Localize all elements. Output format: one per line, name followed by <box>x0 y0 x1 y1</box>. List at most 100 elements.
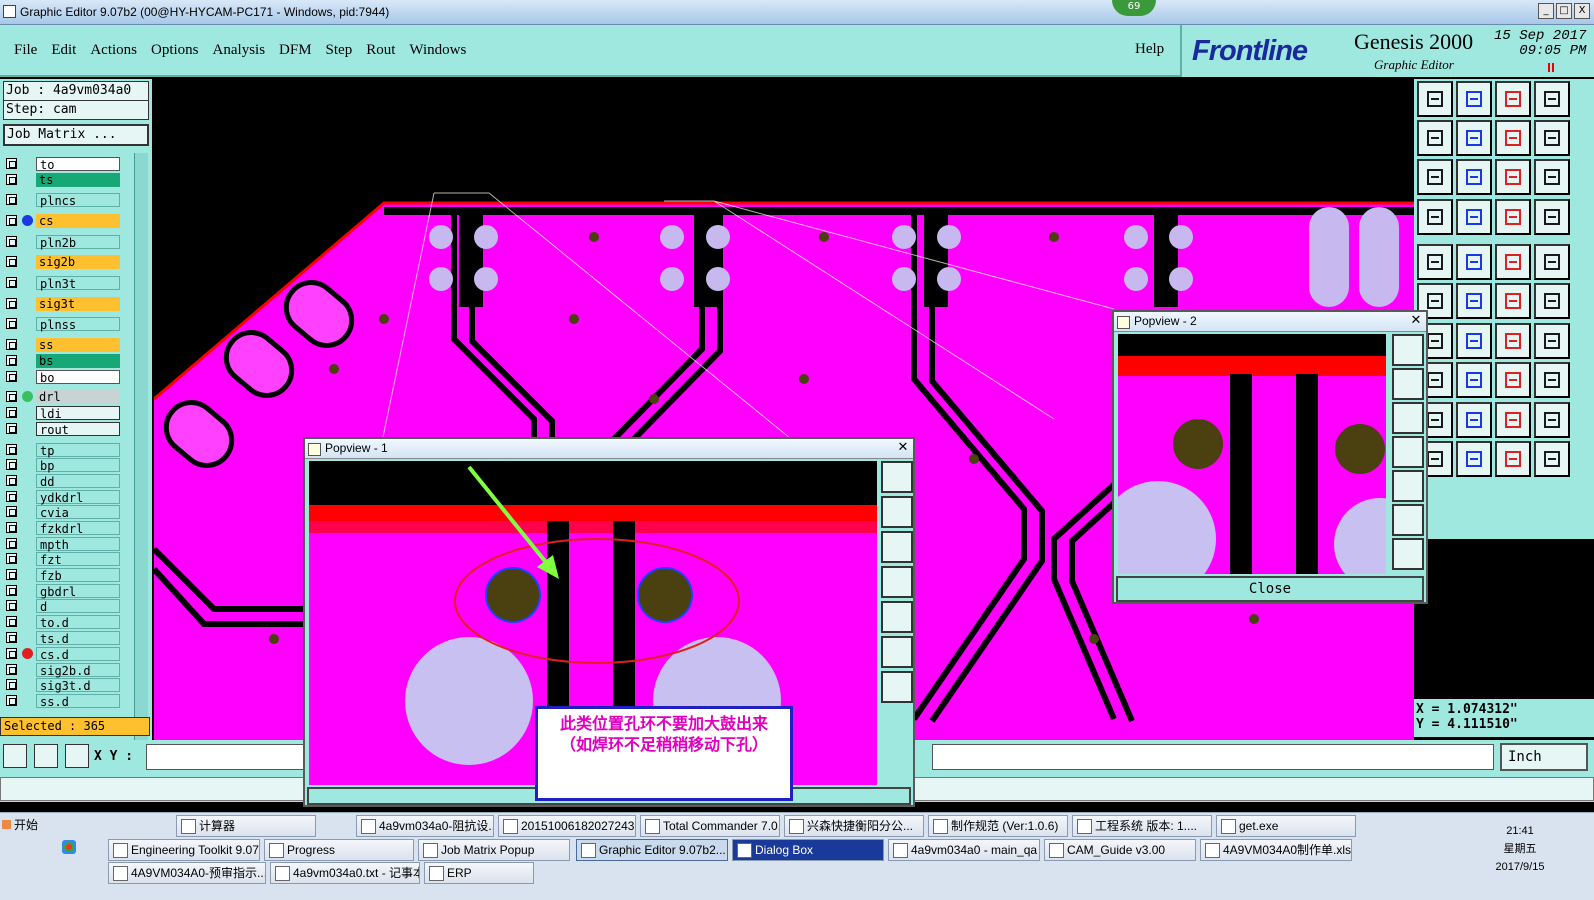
taskbar-item[interactable]: 4A9VM034A0制作单.xls... <box>1200 839 1352 861</box>
layer-name[interactable]: fzt <box>36 552 120 567</box>
layer-checkbox[interactable] <box>6 407 17 418</box>
minimize-button[interactable]: _ <box>1538 3 1554 19</box>
layer-name[interactable]: plncs <box>36 193 120 208</box>
menu-file[interactable]: File <box>14 42 37 59</box>
mirror-icon[interactable] <box>1495 120 1531 156</box>
layer-row[interactable]: plnss <box>3 317 121 332</box>
layer-row[interactable]: tp <box>3 443 121 458</box>
layer-name[interactable]: bp <box>36 458 120 473</box>
inspect-icon[interactable] <box>1417 199 1453 235</box>
layer-row[interactable]: dd <box>3 474 121 489</box>
layer-name[interactable]: fzb <box>36 568 120 583</box>
flip-icon[interactable] <box>1534 120 1570 156</box>
layer-row[interactable]: ss.d <box>3 694 121 709</box>
layer-row[interactable]: sig2b <box>3 255 121 269</box>
popview-1-fit-icon[interactable] <box>881 671 913 703</box>
layer-name[interactable]: rout <box>36 422 120 437</box>
layer-checkbox[interactable] <box>6 236 17 247</box>
help-icon[interactable] <box>1534 159 1570 195</box>
popview-1-close-icon[interactable]: ✕ <box>896 441 910 455</box>
layer-name[interactable]: sig3t.d <box>36 678 120 693</box>
grid-icon[interactable] <box>65 744 89 768</box>
layer-checkbox[interactable] <box>6 423 17 434</box>
layer-checkbox[interactable] <box>6 194 17 205</box>
taskbar-item[interactable]: Graphic Editor 9.07b2... <box>576 839 728 861</box>
import-icon[interactable] <box>1417 120 1453 156</box>
layer-checkbox[interactable] <box>6 585 17 596</box>
snap-icon[interactable] <box>3 744 27 768</box>
layer-name[interactable]: ss.d <box>36 694 120 709</box>
layer-name[interactable]: to <box>36 157 120 172</box>
layer-checkbox[interactable] <box>6 444 17 455</box>
popview-2-fit-icon[interactable] <box>1392 538 1424 570</box>
layer-checkbox[interactable] <box>6 215 17 226</box>
taskbar-item[interactable]: Job Matrix Popup <box>418 839 570 861</box>
command-input[interactable] <box>932 744 1494 770</box>
layer-checkbox[interactable] <box>6 632 17 643</box>
layer-name[interactable]: to.d <box>36 615 120 630</box>
popview-2-close-icon[interactable]: ✕ <box>1409 314 1423 328</box>
layer-row[interactable]: rout <box>3 422 121 437</box>
popview-2-close-button[interactable]: Close <box>1116 576 1424 602</box>
layer-name[interactable]: pln3t <box>36 276 120 291</box>
layer-checkbox[interactable] <box>6 475 17 486</box>
popview-2-pan-down-icon[interactable] <box>1392 402 1424 434</box>
layer-checkbox[interactable] <box>6 664 17 675</box>
layer-checkbox[interactable] <box>6 506 17 517</box>
popview-2-pan-up-icon[interactable] <box>1392 368 1424 400</box>
save-icon[interactable] <box>1456 81 1492 117</box>
layer-name[interactable]: drl <box>36 390 120 404</box>
layer-row[interactable]: fzkdrl <box>3 521 121 536</box>
taskbar-item[interactable]: CAM_Guide v3.00 <box>1044 839 1196 861</box>
layer-name[interactable]: ldi <box>36 406 120 421</box>
layer-name[interactable]: gbdrl <box>36 584 120 599</box>
start-button[interactable]: 开始 <box>0 815 42 837</box>
layer-name[interactable]: bs <box>36 354 120 368</box>
layer-checkbox[interactable] <box>6 538 17 549</box>
popview-2-pan-right-icon[interactable] <box>1392 470 1424 502</box>
point-icon[interactable] <box>1417 244 1453 280</box>
layer-row[interactable]: ldi <box>3 406 121 421</box>
layer-row[interactable]: to.d <box>3 615 121 630</box>
layer-row[interactable]: ss <box>3 338 121 352</box>
layer-name[interactable]: mpth <box>36 537 120 552</box>
layer-name[interactable]: bo <box>36 370 120 385</box>
layer-checkbox[interactable] <box>6 318 17 329</box>
layer-row[interactable]: cs.d <box>3 647 121 662</box>
net-icon[interactable] <box>1495 199 1531 235</box>
layer-name[interactable]: ss <box>36 338 120 352</box>
taskbar-item[interactable]: 工程系统 版本: 1.... <box>1072 815 1212 837</box>
layer-checkbox[interactable] <box>6 339 17 350</box>
menu-edit[interactable]: Edit <box>51 42 76 59</box>
menu-windows[interactable]: Windows <box>409 42 466 59</box>
layer-name[interactable]: cvia <box>36 505 120 520</box>
taskbar-item[interactable]: 4a9vm034a0-阻抗设... <box>356 815 494 837</box>
break-icon[interactable] <box>1456 362 1492 398</box>
route-icon[interactable] <box>1534 199 1570 235</box>
fit-icon[interactable] <box>1417 159 1453 195</box>
layer-row[interactable]: to <box>3 157 121 172</box>
taskbar-item[interactable]: Dialog Box <box>732 839 884 861</box>
taskbar-item[interactable]: 制作规范 (Ver:1.0.6) <box>928 815 1068 837</box>
layer-checkbox[interactable] <box>6 553 17 564</box>
zoom-window-icon[interactable] <box>1534 81 1570 117</box>
scale-icon[interactable] <box>1495 159 1531 195</box>
export-icon[interactable] <box>1456 120 1492 156</box>
layer-checkbox[interactable] <box>6 459 17 470</box>
layer-row[interactable]: ts.d <box>3 631 121 646</box>
layer-checkbox[interactable] <box>6 256 17 267</box>
layer-row[interactable]: pln2b <box>3 235 121 250</box>
popview-2-zoom-out-icon[interactable] <box>1392 504 1424 536</box>
shape-d-icon[interactable] <box>1534 402 1570 438</box>
popview-1-pan-right-icon[interactable] <box>881 601 913 633</box>
layer-checkbox[interactable] <box>6 600 17 611</box>
select-net-icon[interactable] <box>1495 441 1531 477</box>
job-matrix-button[interactable]: Job Matrix ... <box>3 124 149 146</box>
layer-row[interactable]: pln3t <box>3 276 121 291</box>
layer-row[interactable]: bo <box>3 370 121 385</box>
open-icon[interactable] <box>1417 81 1453 117</box>
quick-launch-icon[interactable] <box>62 840 76 854</box>
layer-checkbox[interactable] <box>6 174 17 185</box>
layer-name[interactable]: d <box>36 599 120 614</box>
rotate-icon[interactable] <box>1495 323 1531 359</box>
